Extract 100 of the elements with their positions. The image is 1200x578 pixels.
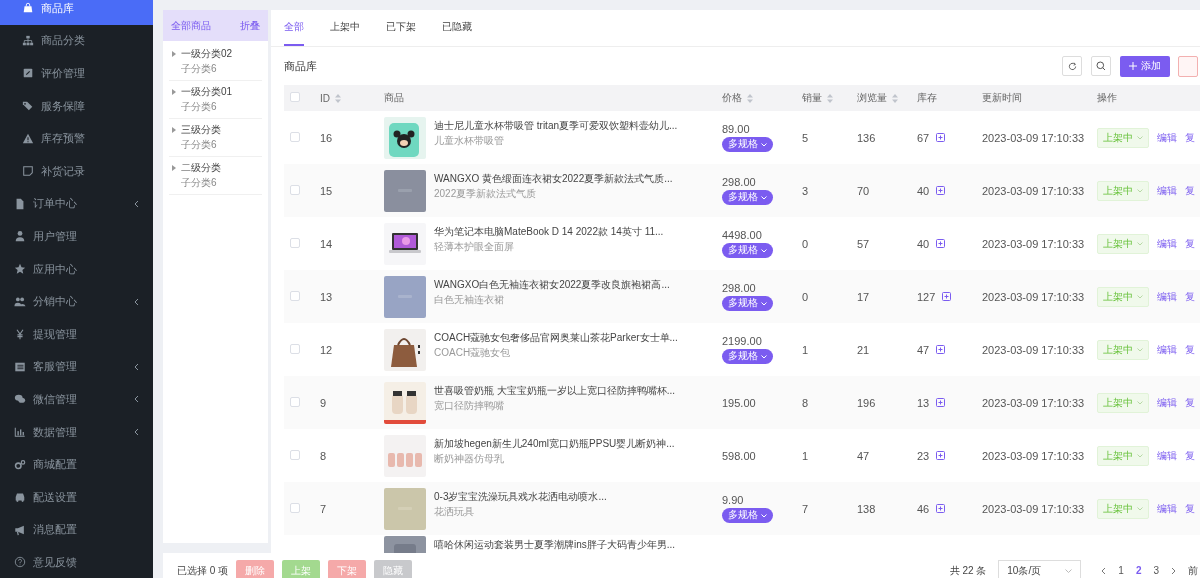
spec-tag[interactable]: 多规格 <box>722 508 773 523</box>
sort-icon[interactable] <box>827 93 833 103</box>
spec-tag[interactable]: 多规格 <box>722 190 773 205</box>
sidebar-item[interactable]: 订单中心 <box>0 187 153 221</box>
plus-square-icon[interactable] <box>936 398 946 407</box>
sidebar-item[interactable]: 微信管理 <box>0 383 153 416</box>
plus-square-icon[interactable] <box>942 292 952 301</box>
checkbox[interactable] <box>290 449 300 460</box>
spec-tag[interactable]: 多规格 <box>722 296 773 311</box>
copy-link[interactable]: 复 <box>1185 395 1195 410</box>
refresh-button[interactable] <box>1062 56 1082 76</box>
copy-link[interactable]: 复 <box>1185 342 1195 357</box>
category-name[interactable]: 一级分类02 <box>181 47 262 61</box>
caret-right-icon[interactable] <box>171 127 176 133</box>
edit-link[interactable]: 编辑 <box>1157 448 1177 463</box>
chevron-left-icon[interactable] <box>1101 566 1107 575</box>
edit-link[interactable]: 编辑 <box>1157 289 1177 304</box>
tab[interactable]: 上架中 <box>330 10 360 46</box>
checkbox[interactable] <box>290 92 300 102</box>
copy-link[interactable]: 复 <box>1185 236 1195 251</box>
product-title[interactable]: 华为笔记本电脑MateBook D 14 2022款 14英寸 11... <box>434 224 664 238</box>
chevron-down-icon <box>1137 453 1143 458</box>
spec-tag[interactable]: 多规格 <box>722 137 773 152</box>
edit-link[interactable]: 编辑 <box>1157 236 1177 251</box>
plus-square-icon[interactable] <box>936 345 946 354</box>
edit-link[interactable]: 编辑 <box>1157 395 1177 410</box>
sidebar-item[interactable]: 配送设置 <box>0 480 153 514</box>
sidebar-item[interactable]: 商品库 <box>0 0 153 25</box>
spec-tag[interactable]: 多规格 <box>722 349 773 364</box>
category-name[interactable]: 一级分类01 <box>181 85 262 99</box>
plus-square-icon[interactable] <box>936 133 946 142</box>
caret-right-icon[interactable] <box>171 165 176 171</box>
caret-right-icon[interactable] <box>171 89 176 95</box>
collapse-link[interactable]: 折叠 <box>240 18 260 33</box>
category-name[interactable]: 三级分类 <box>181 123 262 137</box>
sidebar-item[interactable]: 服务保障 <box>0 89 153 123</box>
sidebar-item[interactable]: 数据管理 <box>0 415 153 449</box>
plus-square-icon[interactable] <box>936 239 946 248</box>
plus-square-icon[interactable] <box>936 504 946 513</box>
column-header[interactable]: ID <box>320 92 341 104</box>
caret-right-icon[interactable] <box>171 51 176 57</box>
product-title[interactable]: WANGXO白色无袖连衣裙女2022夏季改良旗袍裙高... <box>434 277 670 291</box>
sort-icon[interactable] <box>892 93 898 103</box>
sidebar-item[interactable]: 商城配置 <box>0 448 153 481</box>
edit-link[interactable]: 编辑 <box>1157 342 1177 357</box>
product-title[interactable]: 0-3岁宝宝洗澡玩具戏水花洒电动喷水... <box>434 489 607 503</box>
product-title[interactable]: 迪士尼儿童水杯带吸管 tritan夏季可爱双饮塑料壶幼儿... <box>434 118 678 132</box>
tab[interactable]: 全部 <box>284 10 304 46</box>
tab[interactable]: 已下架 <box>386 10 416 46</box>
category-name[interactable]: 二级分类 <box>181 161 262 175</box>
sidebar-item[interactable]: 意见反馈 <box>0 546 153 578</box>
sidebar-item[interactable]: 应用中心 <box>0 252 153 286</box>
tab[interactable]: 已隐藏 <box>442 10 472 46</box>
product-title[interactable]: WANGXO 黄色缎面连衣裙女2022夏季新款法式气质... <box>434 171 673 185</box>
sidebar-item[interactable]: 用户管理 <box>0 220 153 253</box>
sidebar-item[interactable]: 分销中心 <box>0 285 153 318</box>
checkbox[interactable] <box>290 396 300 407</box>
sidebar-item[interactable]: 提现管理 <box>0 317 153 351</box>
checkbox[interactable] <box>290 237 300 248</box>
category-title[interactable]: 全部商品 <box>171 18 211 33</box>
table-cell: 46 <box>917 502 930 515</box>
copy-link[interactable]: 复 <box>1185 448 1195 463</box>
search-button[interactable] <box>1091 56 1111 76</box>
product-title[interactable]: 新加坡hegen新生儿240ml宽口奶瓶PPSU婴儿断奶神... <box>434 436 675 450</box>
product-title[interactable]: 世喜吸管奶瓶 大宝宝奶瓶一岁以上宽口径防摔鸭嘴杯... <box>434 383 676 397</box>
add-button[interactable]: 添加 <box>1120 55 1170 77</box>
sidebar-item[interactable]: 商品分类 <box>0 24 153 58</box>
toolbar-button[interactable] <box>1178 55 1198 77</box>
checkbox[interactable] <box>290 290 300 301</box>
chevron-down-icon <box>1137 294 1143 299</box>
copy-link[interactable]: 复 <box>1185 501 1195 516</box>
product-title[interactable]: 嘻哈休闲运动套装男士夏季潮牌ins胖子大码青少年男... <box>434 538 676 551</box>
copy-link[interactable]: 复 <box>1185 130 1195 145</box>
sidebar-item[interactable]: 补货记录 <box>0 154 153 188</box>
sidebar-item[interactable]: 评价管理 <box>0 57 153 90</box>
checkbox[interactable] <box>290 343 300 354</box>
page-number[interactable]: 2 <box>1135 565 1142 576</box>
subcategory-label: 子分类6 <box>181 176 218 190</box>
sidebar-item[interactable]: 库存预警 <box>0 122 153 155</box>
table-cell: 0 <box>802 290 809 303</box>
edit-link[interactable]: 编辑 <box>1157 130 1177 145</box>
plus-square-icon[interactable] <box>936 186 946 195</box>
checkbox[interactable] <box>290 184 300 195</box>
sort-icon[interactable] <box>747 93 753 103</box>
spec-tag[interactable]: 多规格 <box>722 243 773 258</box>
edit-link[interactable]: 编辑 <box>1157 501 1177 516</box>
sidebar-item[interactable]: 消息配置 <box>0 513 153 547</box>
sidebar-item[interactable]: 客服管理 <box>0 350 153 384</box>
checkbox[interactable] <box>290 131 300 142</box>
page-number[interactable]: 1 <box>1118 565 1124 576</box>
copy-link[interactable]: 复 <box>1185 183 1195 198</box>
copy-link[interactable]: 复 <box>1185 289 1195 304</box>
page-number[interactable]: 3 <box>1153 565 1159 576</box>
product-title[interactable]: COACH蔻驰女包奢侈品官网奥莱山茶花Parker女士单... <box>434 330 678 344</box>
page-size-select[interactable]: 10条/页 <box>998 559 1082 578</box>
edit-link[interactable]: 编辑 <box>1157 183 1177 198</box>
checkbox[interactable] <box>290 502 300 513</box>
plus-square-icon[interactable] <box>936 451 946 460</box>
chevron-right-icon[interactable] <box>1171 566 1176 575</box>
sort-icon[interactable] <box>335 93 341 103</box>
